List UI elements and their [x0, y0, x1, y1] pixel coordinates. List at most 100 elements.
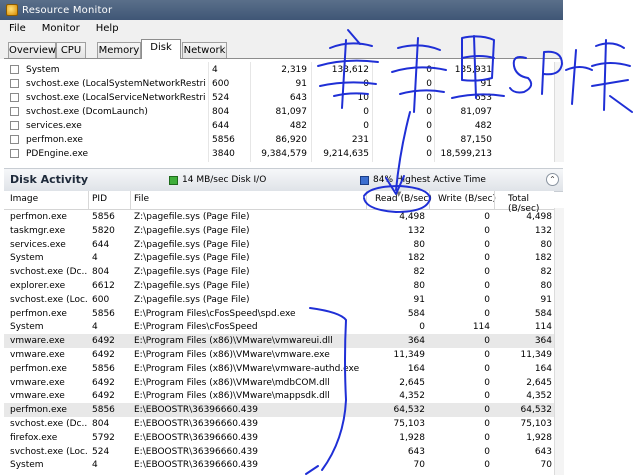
- process-scrollbar[interactable]: [554, 62, 564, 162]
- process-row[interactable]: svchost.exe (DcomLaunch) 804 81,097 0 0 81,09…: [4, 105, 554, 119]
- process-checkbox[interactable]: [10, 121, 19, 130]
- disk-row[interactable]: System 4 E:\EBOOSTR\36396660.439 70 0 70: [4, 458, 554, 472]
- disk-activity-header[interactable]: Disk Activity 14 MB/sec Disk I/O 84% Hig…: [4, 168, 563, 192]
- disk-file: E:\Program Files (x86)\VMware\vmware.exe: [134, 350, 330, 360]
- tab-strip: Overview CPU Memory Disk Network: [0, 37, 563, 59]
- disk-row[interactable]: svchost.exe (Loc... 600 Z:\pagefile.sys (P…: [4, 293, 554, 307]
- process-row[interactable]: svchost.exe (LocalSystemNetworkRestrict.…: [4, 77, 554, 91]
- process-checkbox[interactable]: [10, 149, 19, 158]
- disk-row[interactable]: perfmon.exe 5856 E:\Program Files (x86)\VM…: [4, 362, 554, 376]
- process-name: PDEngine.exe: [26, 149, 89, 159]
- disk-file: Z:\pagefile.sys (Page File): [134, 294, 250, 305]
- disk-row[interactable]: services.exe 644 Z:\pagefile.sys (Page Fil…: [4, 238, 554, 252]
- disk-write: 0: [484, 391, 490, 402]
- disk-image: svchost.exe (Loc...: [10, 446, 88, 457]
- disk-read: 75,103: [393, 419, 426, 429]
- disk-row[interactable]: perfmon.exe 5856 Z:\pagefile.sys (Page Fil…: [4, 210, 554, 224]
- disk-total: 11,349: [520, 350, 553, 360]
- process-checkbox[interactable]: [10, 65, 19, 74]
- tab-overview[interactable]: Overview: [8, 42, 56, 58]
- process-value: 482: [474, 121, 492, 131]
- column-header-file[interactable]: File: [134, 194, 149, 204]
- process-row[interactable]: perfmon.exe 5856 86,920 231 0 87,150: [4, 133, 554, 147]
- resource-monitor-icon: [6, 4, 18, 16]
- disk-row[interactable]: taskmgr.exe 5820 Z:\pagefile.sys (Page Fil…: [4, 224, 554, 238]
- disk-image: vmware.exe: [10, 391, 65, 402]
- disk-file: Z:\pagefile.sys (Page File): [134, 225, 250, 236]
- disk-total: 643: [534, 446, 552, 457]
- disk-read: 182: [407, 253, 425, 264]
- disk-file: E:\Program Files\cFosSpeed\spd.exe: [134, 308, 296, 319]
- disk-row[interactable]: perfmon.exe 5856 E:\EBOOSTR\36396660.439 64…: [4, 403, 554, 418]
- disk-read: 164: [407, 363, 425, 374]
- disk-row[interactable]: vmware.exe 6492 E:\Program Files (x86)\VMw…: [4, 348, 554, 362]
- process-value: 135,931: [454, 65, 492, 75]
- disk-table-header: Image PID File ▼ Read (B/sec) Write (B/s…: [4, 190, 554, 214]
- process-row[interactable]: svchost.exe (LocalServiceNetworkRestrict…: [4, 91, 554, 105]
- column-header-image[interactable]: Image: [10, 194, 38, 204]
- disk-row[interactable]: vmware.exe 6492 E:\Program Files (x86)\VMw…: [4, 389, 554, 403]
- process-value: 0: [426, 121, 432, 131]
- disk-pid: 804: [92, 419, 110, 429]
- disk-scrollbar[interactable]: [554, 208, 564, 475]
- disk-row[interactable]: System 4 Z:\pagefile.sys (Page File) 182 0 18…: [4, 251, 554, 265]
- disk-total: 64,532: [520, 405, 553, 416]
- menu-file[interactable]: File: [0, 23, 33, 34]
- disk-total: 132: [534, 225, 552, 236]
- resource-monitor-window: Resource Monitor File Monitor Help Overv…: [0, 0, 640, 475]
- disk-row[interactable]: firefox.exe 5792 E:\EBOOSTR\36396660.439 1,…: [4, 431, 554, 445]
- disk-row[interactable]: svchost.exe (Dc... 804 Z:\pagefile.sys (Pa…: [4, 265, 554, 279]
- disk-total: 91: [540, 294, 552, 305]
- tab-memory[interactable]: Memory: [97, 42, 141, 58]
- process-name: services.exe: [26, 121, 82, 131]
- window-title: Resource Monitor: [22, 4, 113, 16]
- disk-write: 0: [484, 225, 490, 236]
- process-checkbox[interactable]: [10, 135, 19, 144]
- tab-cpu[interactable]: CPU: [56, 42, 86, 58]
- disk-pid: 600: [92, 294, 110, 305]
- process-row[interactable]: PDEngine.exe 3840 9,384,579 9,214,635 0 18,59…: [4, 147, 554, 161]
- process-value: 87,150: [460, 135, 493, 145]
- process-value: 133,612: [331, 65, 369, 75]
- process-checkbox[interactable]: [10, 93, 19, 102]
- disk-row[interactable]: svchost.exe (Dc... 804 E:\EBOOSTR\36396660…: [4, 417, 554, 431]
- process-value: 86,920: [275, 135, 308, 145]
- process-value: 81,097: [460, 107, 493, 117]
- collapse-icon[interactable]: ⌃: [546, 173, 559, 186]
- disk-row[interactable]: vmware.exe 6492 E:\Program Files (x86)\VMw…: [4, 334, 554, 349]
- process-pid: 644: [212, 121, 230, 131]
- disk-file: E:\EBOOSTR\36396660.439: [134, 432, 258, 443]
- disk-read: 643: [407, 446, 425, 457]
- column-header-pid[interactable]: PID: [92, 194, 107, 204]
- disk-pid: 5856: [92, 212, 115, 222]
- disk-row[interactable]: System 4 E:\Program Files\cFosSpeed 0 114 114: [4, 320, 554, 334]
- column-header-write[interactable]: Write (B/sec): [438, 194, 496, 204]
- column-header-read[interactable]: Read (B/sec): [375, 194, 432, 204]
- disk-image: System: [10, 322, 44, 333]
- disk-row[interactable]: svchost.exe (Loc... 524 E:\EBOOSTR\3639666…: [4, 445, 554, 459]
- tab-network[interactable]: Network: [182, 42, 227, 58]
- disk-total: 80: [540, 281, 552, 291]
- disk-row[interactable]: explorer.exe 6612 Z:\pagefile.sys (Page Fi…: [4, 279, 554, 293]
- process-checkbox[interactable]: [10, 107, 19, 116]
- process-checkbox[interactable]: [10, 79, 19, 88]
- process-row[interactable]: System 4 2,319 133,612 0 135,931: [4, 63, 554, 77]
- disk-write: 0: [484, 419, 490, 429]
- disk-image: vmware.exe: [10, 377, 65, 388]
- disk-file: Z:\pagefile.sys (Page File): [134, 267, 250, 278]
- disk-read: 0: [419, 322, 425, 333]
- disk-write: 0: [484, 253, 490, 264]
- disk-row[interactable]: perfmon.exe 5856 E:\Program Files\cFosSpee…: [4, 307, 554, 321]
- disk-pid: 4: [92, 460, 98, 471]
- menu-help[interactable]: Help: [87, 23, 126, 34]
- process-pid: 3840: [212, 149, 235, 159]
- disk-write: 0: [484, 294, 490, 305]
- disk-write: 0: [484, 267, 490, 278]
- tab-disk[interactable]: Disk: [141, 39, 181, 59]
- menu-monitor[interactable]: Monitor: [33, 23, 87, 34]
- disk-row[interactable]: vmware.exe 6492 E:\Program Files (x86)\VMw…: [4, 376, 554, 390]
- process-row[interactable]: services.exe 644 482 0 0 482: [4, 119, 554, 133]
- process-value: 91: [480, 79, 492, 89]
- title-bar: Resource Monitor: [0, 0, 563, 20]
- disk-write: 0: [484, 350, 490, 360]
